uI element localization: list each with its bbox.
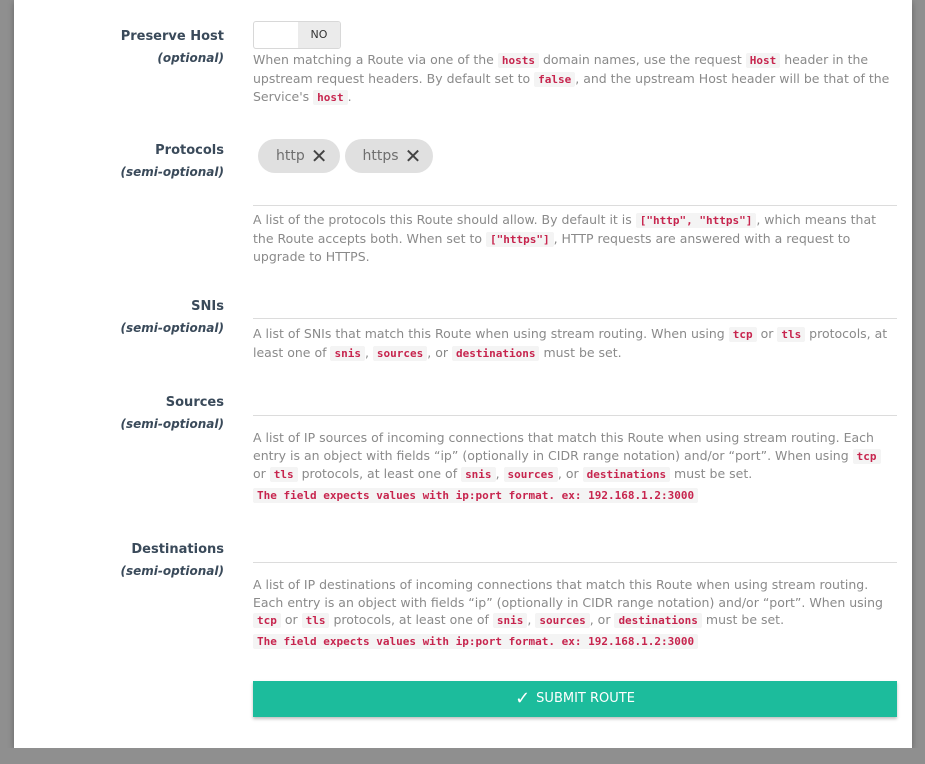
protocols-chip-list: http ✕ https ✕ (253, 139, 897, 173)
inline-code: false (534, 71, 576, 87)
destinations-semi-optional: (semi-optional) (120, 564, 224, 578)
inline-code: Host (745, 53, 781, 68)
snis-help: A list of SNIs that match this Route whe… (253, 325, 897, 362)
inline-code: hosts (497, 53, 539, 68)
preserve-host-toggle-value: NO (298, 22, 340, 48)
close-icon[interactable]: ✕ (405, 139, 422, 173)
help-text: A list of IP sources of incoming connect… (253, 430, 874, 463)
help-text: , or (557, 466, 583, 481)
sources-label-group: Sources (semi-optional) (14, 392, 224, 434)
protocol-chip-label: http (276, 148, 305, 164)
help-text: , (495, 466, 504, 481)
inline-code: destinations (614, 613, 702, 628)
help-text: , (364, 344, 373, 360)
inline-code: sources (503, 467, 558, 482)
protocols-chip-input[interactable]: http ✕ https ✕ (253, 139, 897, 206)
preserve-host-label: Preserve Host (120, 29, 224, 44)
help-text: must be set. (670, 466, 753, 481)
check-icon: ✓ (515, 688, 531, 709)
help-text: must be set. (701, 612, 785, 627)
sources-field: A list of IP sources of incoming connect… (253, 393, 897, 503)
page-backdrop-strip (0, 748, 925, 764)
close-icon[interactable]: ✕ (311, 139, 328, 173)
sources-help: A list of IP sources of incoming connect… (253, 429, 897, 484)
inline-code: ["http", "https"] (635, 213, 757, 228)
destinations-label-group: Destinations (semi-optional) (14, 539, 224, 581)
snis-semi-optional: (semi-optional) (120, 321, 224, 335)
preserve-host-toggle[interactable]: NO (253, 21, 341, 49)
help-text: domain names, use the request (538, 52, 746, 67)
snis-field: A list of SNIs that match this Route whe… (253, 296, 897, 362)
inline-code: destinations (582, 467, 671, 482)
destinations-label: Destinations (131, 542, 224, 557)
snis-label: SNIs (191, 299, 224, 314)
sources-label: Sources (165, 395, 224, 410)
inline-code: tcp (852, 448, 881, 464)
destinations-format-note: The field expects values with ip:port fo… (253, 633, 699, 649)
help-text: protocols, at least one of (329, 612, 493, 627)
inline-code: tls (269, 467, 298, 482)
preserve-host-help: When matching a Route via one of the hos… (253, 51, 897, 107)
help-text: or (253, 466, 270, 481)
sources-input[interactable] (253, 393, 897, 416)
help-text: protocols, at least one of (297, 466, 462, 481)
protocol-chip-label: https (362, 148, 399, 164)
help-text: . (347, 89, 352, 104)
help-text: When matching a Route via one of the (253, 52, 498, 67)
help-text: , or (589, 612, 615, 627)
inline-code: sources (535, 613, 590, 628)
inline-code: tcp (728, 327, 757, 342)
inline-code: snis (461, 467, 496, 482)
help-text: , or (427, 344, 452, 360)
protocols-label-group: Protocols (semi-optional) (14, 140, 224, 182)
inline-code: destinations (452, 345, 540, 361)
inline-code: tls (301, 613, 330, 628)
snis-input[interactable] (253, 296, 897, 319)
preserve-host-optional: (optional) (157, 51, 224, 65)
inline-code: sources (372, 345, 428, 361)
submit-route-label: SUBMIT ROUTE (536, 691, 635, 706)
protocol-chip-https: https ✕ (344, 139, 434, 173)
preserve-host-label-group: Preserve Host (optional) (14, 26, 224, 68)
inline-code: host (313, 90, 348, 105)
protocols-help: A list of the protocols this Route shoul… (253, 211, 897, 266)
sources-semi-optional: (semi-optional) (120, 417, 224, 431)
destinations-field: A list of IP destinations of incoming co… (253, 540, 897, 649)
preserve-host-field: NO When matching a Route via one of the … (253, 21, 897, 107)
protocols-field: http ✕ https ✕ A list of the protocols thi… (253, 139, 897, 266)
destinations-input[interactable] (253, 540, 897, 563)
help-text: must be set. (539, 344, 622, 360)
help-text: or (280, 612, 302, 627)
destinations-help: A list of IP destinations of incoming co… (253, 576, 897, 630)
inline-code: snis (492, 613, 528, 628)
help-text: A list of IP destinations of incoming co… (253, 577, 883, 610)
submit-route-button[interactable]: ✓ SUBMIT ROUTE (253, 681, 897, 717)
route-form-modal: Preserve Host (optional) NO When matchin… (14, 0, 912, 748)
help-text: A list of the protocols this Route shoul… (253, 212, 636, 227)
snis-label-group: SNIs (semi-optional) (14, 296, 224, 338)
protocols-semi-optional: (semi-optional) (120, 165, 224, 179)
inline-code: ["https"] (485, 231, 554, 247)
protocols-label: Protocols (155, 143, 224, 158)
inline-code: tls (777, 327, 806, 342)
inline-code: tcp (253, 613, 281, 628)
protocol-chip-http: http ✕ (258, 139, 340, 173)
inline-code: snis (330, 345, 365, 361)
sources-format-note: The field expects values with ip:port fo… (253, 487, 699, 503)
help-text: A list of SNIs that match this Route whe… (253, 326, 729, 341)
help-text: or (756, 326, 778, 341)
